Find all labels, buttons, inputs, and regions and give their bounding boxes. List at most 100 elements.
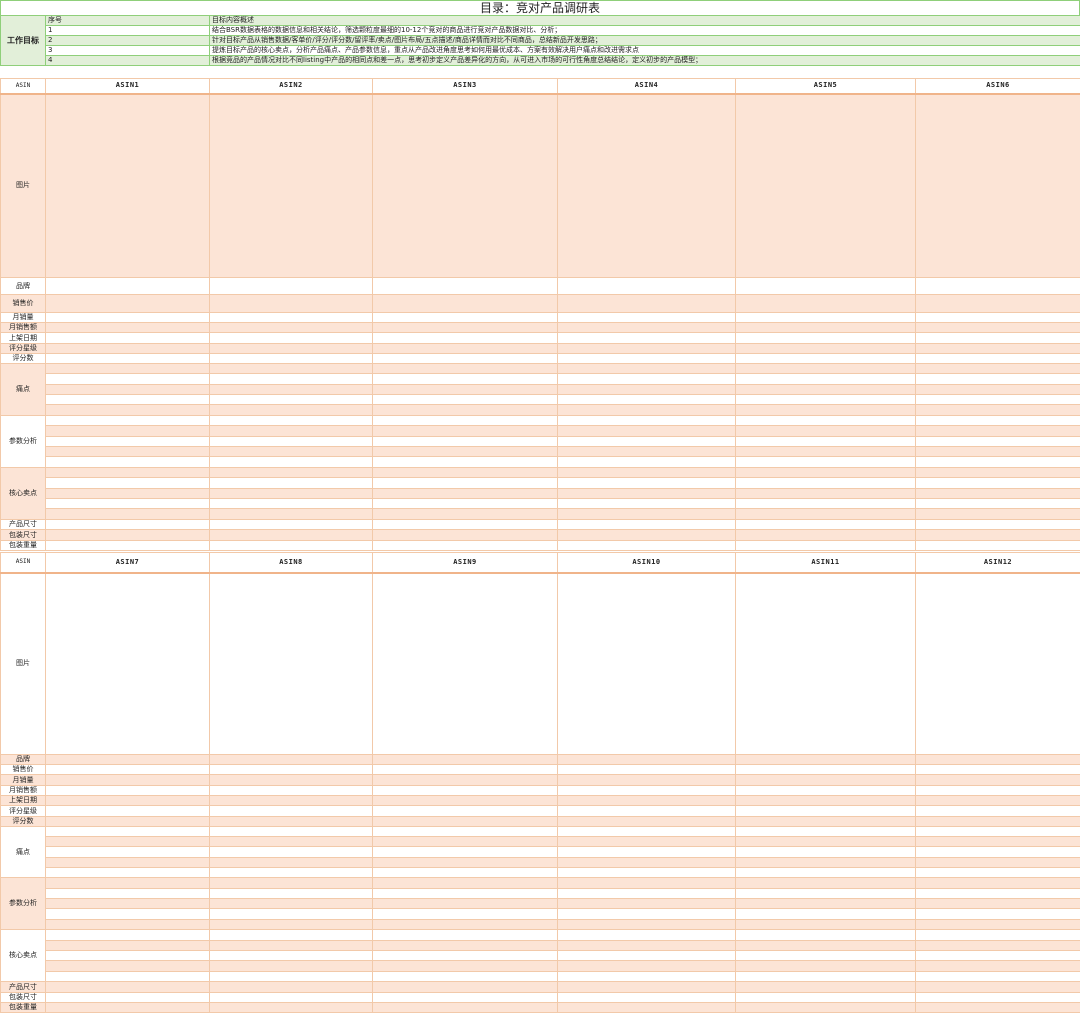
data-cell[interactable] xyxy=(915,816,1080,827)
data-cell[interactable] xyxy=(209,294,373,313)
data-cell[interactable] xyxy=(45,846,210,858)
data-cell[interactable] xyxy=(45,785,210,796)
row-label-product-size[interactable]: 产品尺寸 xyxy=(0,981,46,993)
data-cell[interactable] xyxy=(557,404,736,416)
data-cell[interactable] xyxy=(372,488,558,499)
data-cell[interactable] xyxy=(45,867,210,878)
data-cell[interactable] xyxy=(735,805,916,817)
row-label-package-size[interactable]: 包装尺寸 xyxy=(0,529,46,541)
data-cell[interactable] xyxy=(209,971,373,982)
data-cell[interactable] xyxy=(557,277,736,295)
data-cell[interactable] xyxy=(372,940,558,951)
data-cell[interactable] xyxy=(372,456,558,468)
data-cell[interactable] xyxy=(915,529,1080,541)
data-cell[interactable] xyxy=(372,898,558,909)
data-cell[interactable] xyxy=(372,404,558,416)
data-cell[interactable] xyxy=(735,877,916,889)
data-cell[interactable] xyxy=(915,774,1080,786)
data-cell[interactable] xyxy=(915,826,1080,837)
row-label-core-points[interactable]: 核心卖点 xyxy=(0,467,46,520)
data-cell[interactable] xyxy=(372,992,558,1003)
row-label-pain-points[interactable]: 痛点 xyxy=(0,826,46,878)
data-cell[interactable] xyxy=(915,519,1080,530)
goal-text[interactable]: 针对目标产品从销售数据/客单价/评分/评分数/留评率/卖点/图片布局/五点描述/… xyxy=(209,35,1080,46)
data-cell[interactable] xyxy=(372,754,558,765)
data-cell[interactable] xyxy=(915,950,1080,961)
data-cell[interactable] xyxy=(372,415,558,426)
asin-header[interactable]: ASIN4 xyxy=(557,78,736,95)
data-cell[interactable] xyxy=(915,294,1080,313)
data-cell[interactable] xyxy=(557,774,736,786)
data-cell[interactable] xyxy=(735,498,916,509)
data-cell[interactable] xyxy=(45,488,210,499)
data-cell[interactable] xyxy=(209,908,373,920)
data-cell[interactable] xyxy=(209,415,373,426)
data-cell[interactable] xyxy=(915,508,1080,520)
data-cell[interactable] xyxy=(915,415,1080,426)
data-cell[interactable] xyxy=(372,498,558,509)
data-cell[interactable] xyxy=(735,384,916,395)
data-cell[interactable] xyxy=(209,867,373,878)
data-cell[interactable] xyxy=(372,343,558,354)
data-cell[interactable] xyxy=(372,877,558,889)
data-cell[interactable] xyxy=(209,992,373,1003)
data-cell[interactable] xyxy=(557,363,736,374)
data-cell[interactable] xyxy=(209,836,373,847)
row-label-image[interactable]: 图片 xyxy=(0,572,46,755)
data-cell[interactable] xyxy=(45,816,210,827)
data-cell[interactable] xyxy=(557,816,736,827)
data-cell[interactable] xyxy=(915,425,1080,437)
data-cell[interactable] xyxy=(557,384,736,395)
data-cell[interactable] xyxy=(735,394,916,405)
data-cell[interactable] xyxy=(209,795,373,806)
asin-header[interactable]: ASIN11 xyxy=(735,552,916,574)
data-cell[interactable] xyxy=(45,992,210,1003)
data-cell[interactable] xyxy=(735,992,916,1003)
data-cell[interactable] xyxy=(45,888,210,899)
row-label-pain-points[interactable]: 痛点 xyxy=(0,363,46,416)
data-cell[interactable] xyxy=(915,343,1080,354)
data-cell[interactable] xyxy=(557,456,736,468)
data-cell[interactable] xyxy=(557,867,736,878)
data-cell[interactable] xyxy=(372,836,558,847)
data-cell[interactable] xyxy=(557,498,736,509)
data-cell[interactable] xyxy=(557,332,736,344)
data-cell[interactable] xyxy=(45,363,210,374)
data-cell[interactable] xyxy=(557,467,736,478)
data-cell[interactable] xyxy=(372,795,558,806)
data-cell[interactable] xyxy=(372,950,558,961)
data-cell[interactable] xyxy=(372,785,558,796)
data-cell[interactable] xyxy=(915,467,1080,478)
data-cell[interactable] xyxy=(735,477,916,489)
data-cell[interactable] xyxy=(915,857,1080,868)
data-cell[interactable] xyxy=(372,353,558,364)
data-cell[interactable] xyxy=(209,816,373,827)
data-cell[interactable] xyxy=(45,572,210,755)
data-cell[interactable] xyxy=(209,960,373,972)
data-cell[interactable] xyxy=(557,425,736,437)
data-cell[interactable] xyxy=(45,394,210,405)
data-cell[interactable] xyxy=(45,754,210,765)
data-cell[interactable] xyxy=(372,919,558,930)
data-cell[interactable] xyxy=(735,404,916,416)
data-cell[interactable] xyxy=(45,960,210,972)
data-cell[interactable] xyxy=(735,816,916,827)
data-cell[interactable] xyxy=(915,384,1080,395)
data-cell[interactable] xyxy=(209,519,373,530)
data-cell[interactable] xyxy=(45,950,210,961)
data-cell[interactable] xyxy=(45,384,210,395)
data-cell[interactable] xyxy=(557,415,736,426)
data-cell[interactable] xyxy=(372,477,558,489)
data-cell[interactable] xyxy=(372,93,558,278)
data-cell[interactable] xyxy=(915,836,1080,847)
data-cell[interactable] xyxy=(735,508,916,520)
data-cell[interactable] xyxy=(372,312,558,323)
data-cell[interactable] xyxy=(735,940,916,951)
goal-num[interactable]: 3 xyxy=(45,45,210,56)
data-cell[interactable] xyxy=(209,529,373,541)
data-cell[interactable] xyxy=(557,343,736,354)
data-cell[interactable] xyxy=(915,540,1080,551)
data-cell[interactable] xyxy=(915,940,1080,951)
data-cell[interactable] xyxy=(209,93,373,278)
data-cell[interactable] xyxy=(557,322,736,333)
